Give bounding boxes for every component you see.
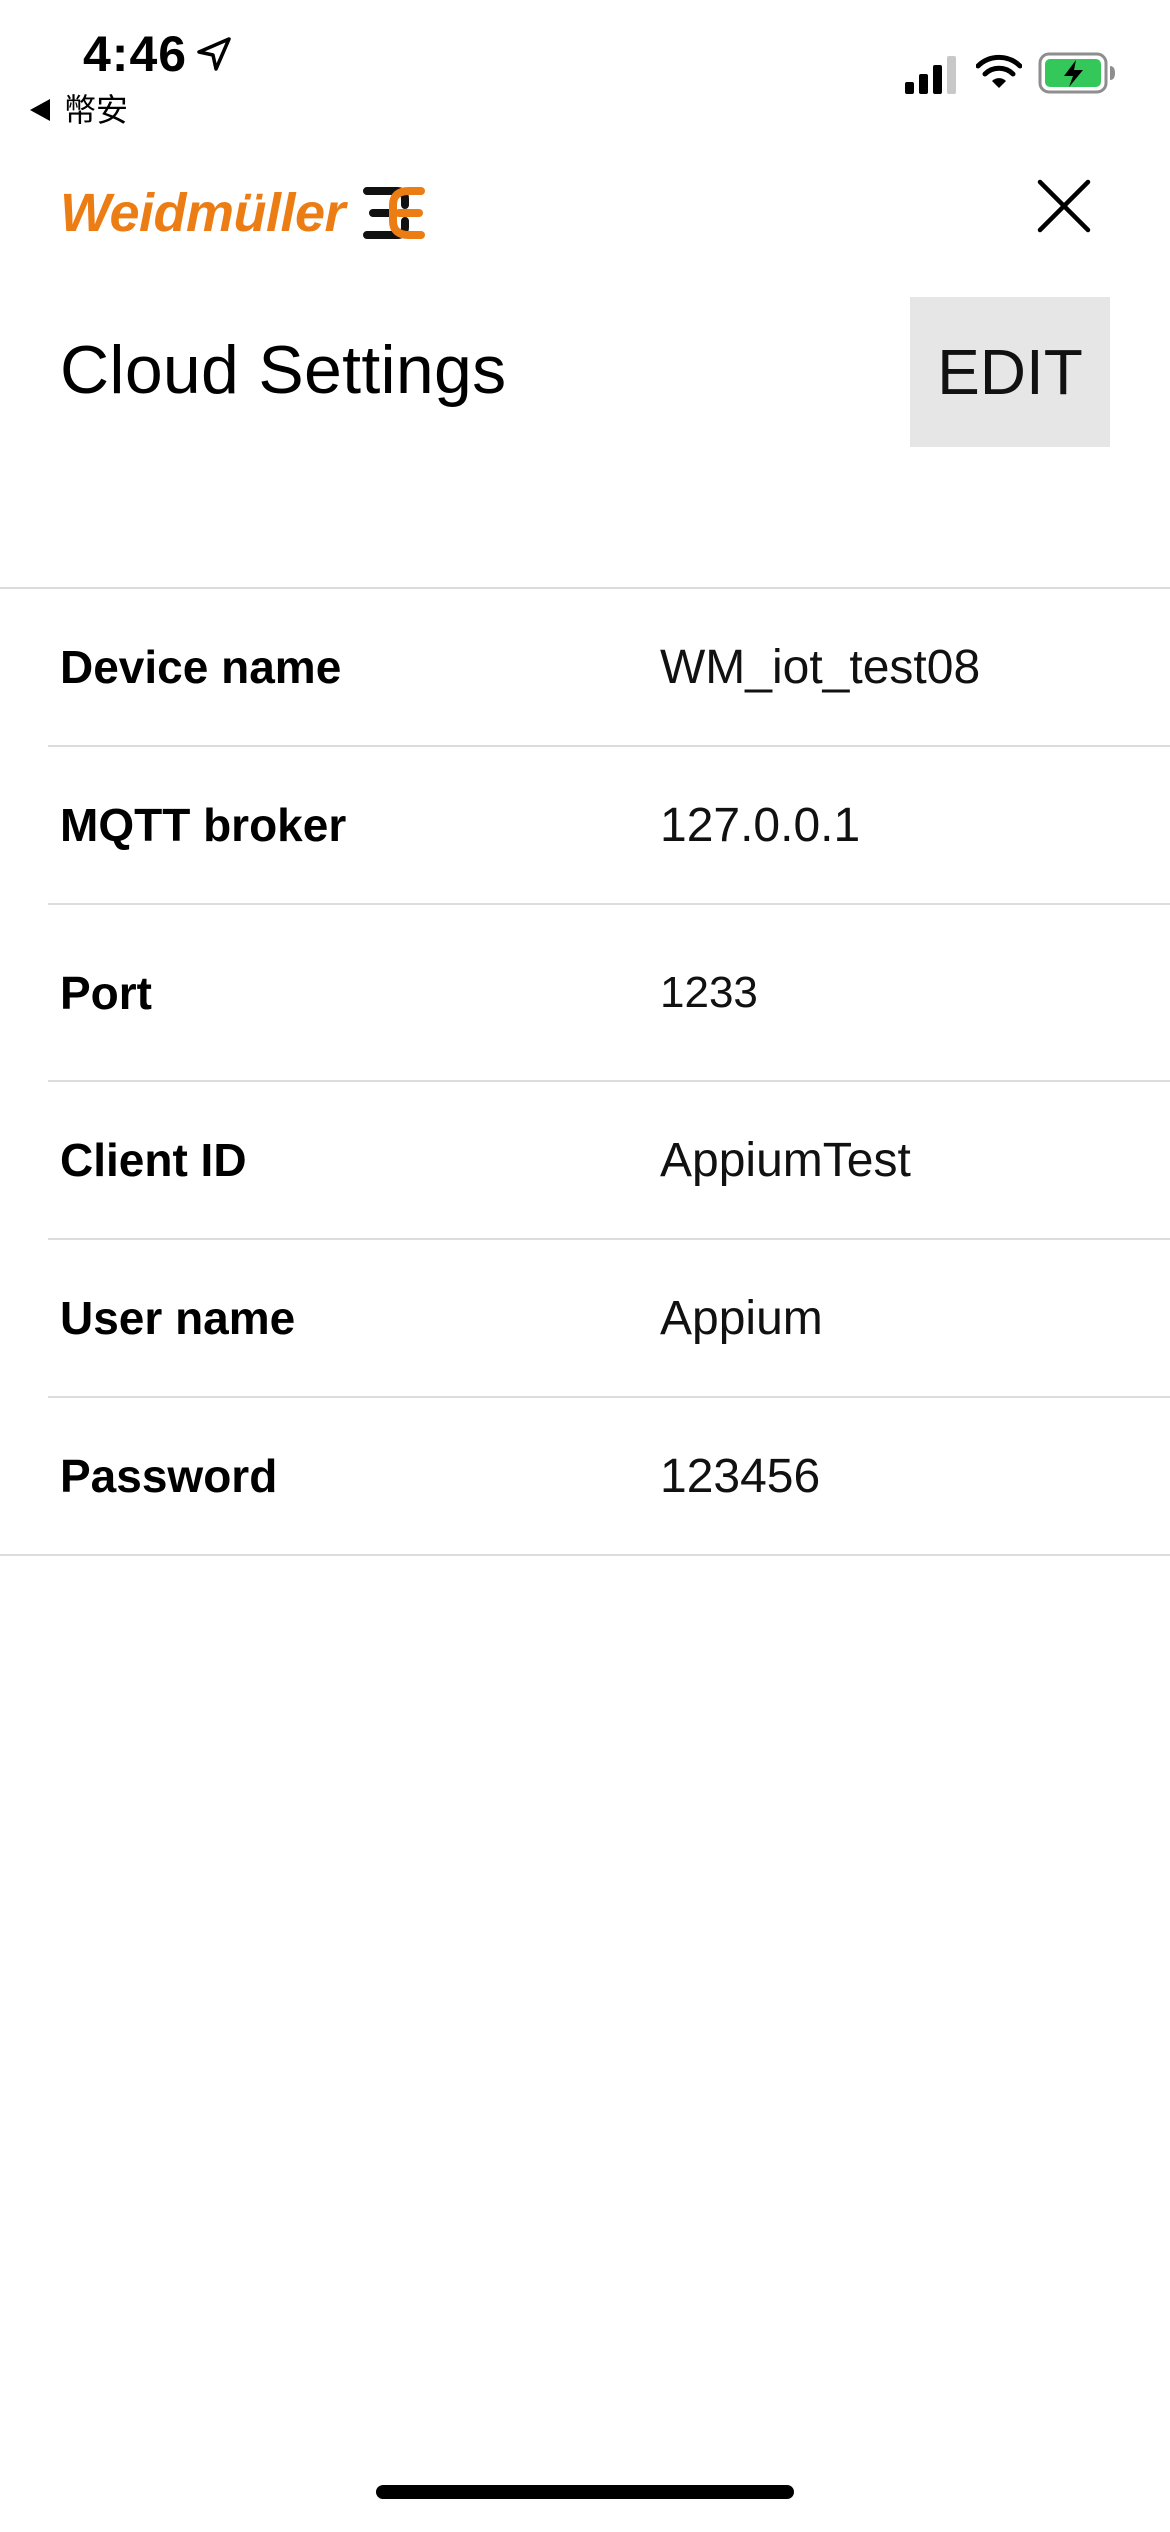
row-label: Client ID [60, 1134, 247, 1186]
row-value: WM_iot_test08 [660, 640, 981, 694]
row-value: AppiumTest [660, 1133, 911, 1187]
back-to-app-button[interactable]: 幣安 [30, 90, 128, 130]
settings-row-device-name: Device name WM_iot_test08 [48, 589, 1170, 747]
settings-row-client-id: Client ID AppiumTest [48, 1082, 1170, 1240]
row-label: Password [60, 1450, 278, 1502]
brand-wordmark: Weidmüller [60, 183, 346, 243]
weidmuller-logo: Weidmüller [60, 178, 426, 248]
row-value: 127.0.0.1 [660, 798, 861, 852]
cloud-settings-list: Device name WM_iot_test08 MQTT broker 12… [0, 587, 1170, 1556]
settings-row-mqtt-broker: MQTT broker 127.0.0.1 [48, 747, 1170, 905]
back-arrow-icon [30, 99, 50, 121]
battery-charging-icon [1038, 52, 1115, 94]
settings-row-user-name: User name Appium [48, 1240, 1170, 1398]
row-label: Device name [60, 641, 342, 693]
close-icon [1037, 179, 1091, 233]
settings-row-port: Port 1233 [48, 905, 1170, 1082]
back-app-label: 幣安 [64, 91, 129, 129]
row-label: Port [60, 966, 152, 1019]
settings-row-password: Password 123456 [48, 1398, 1170, 1554]
row-value: 123456 [660, 1449, 821, 1503]
weidmuller-mark-icon [363, 187, 426, 239]
status-time: 4:46 [83, 26, 188, 82]
wifi-icon [976, 54, 1022, 88]
row-value: 1233 [660, 967, 758, 1017]
page-title: Cloud Settings [60, 332, 507, 408]
location-arrow-icon [197, 37, 231, 71]
row-label: User name [60, 1292, 296, 1344]
row-value: Appium [660, 1291, 823, 1345]
home-indicator[interactable] [376, 2485, 794, 2499]
cellular-signal-icon [905, 56, 956, 94]
close-button[interactable] [1030, 172, 1100, 242]
edit-button[interactable]: EDIT [910, 297, 1110, 447]
row-label: MQTT broker [60, 799, 347, 851]
